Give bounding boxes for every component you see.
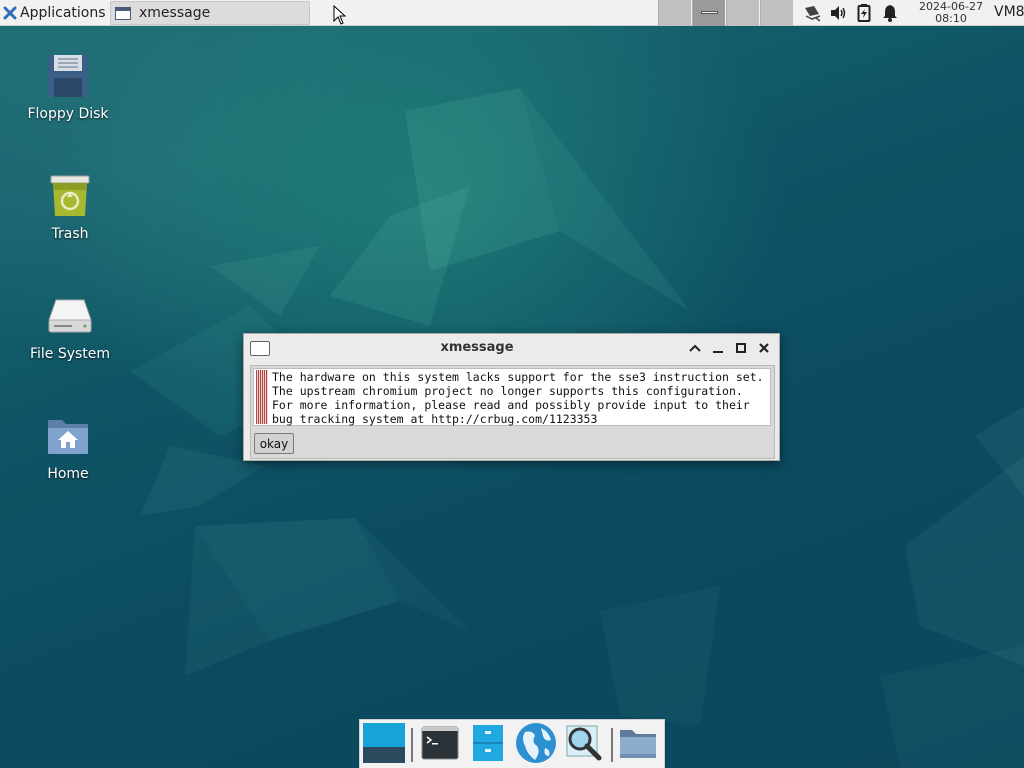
panel-clock[interactable]: 2024-06-27 08:10 — [912, 1, 990, 25]
maximize-button[interactable] — [732, 339, 750, 357]
show-desktop-icon — [363, 723, 405, 767]
file-manager-button[interactable] — [467, 724, 509, 766]
taskbar-button-xmessage[interactable]: xmessage — [110, 1, 310, 25]
trash-icon — [46, 172, 94, 220]
notification-bell-icon[interactable] — [880, 3, 900, 23]
message-line: bug tracking system at http://crbug.com/… — [272, 412, 598, 426]
message-text-area[interactable]: The hardware on this system lacks suppor… — [253, 368, 771, 426]
message-line: The hardware on this system lacks suppor… — [272, 370, 764, 384]
top-panel: Applications ⋮ xmessage — [0, 0, 1024, 26]
user-label[interactable]: VM8 — [994, 4, 1024, 20]
okay-button[interactable]: okay — [254, 433, 294, 454]
xfce-logo-icon — [3, 6, 17, 20]
taskbar-button-label: xmessage — [139, 5, 211, 21]
mouse-pointer-icon — [333, 4, 347, 29]
app-finder-button[interactable] — [563, 724, 605, 766]
workspace-3-button[interactable] — [726, 0, 759, 26]
message-text: The hardware on this system lacks suppor… — [272, 370, 772, 426]
dock-separator — [411, 728, 413, 762]
workspace-2-button[interactable] — [692, 0, 725, 26]
desktop-icon-label: File System — [29, 346, 111, 362]
applications-menu-button[interactable]: Applications ⋮ — [0, 0, 119, 26]
desktop-icon-file-system[interactable]: File System — [20, 292, 120, 362]
hard-drive-icon — [46, 292, 94, 340]
file-manager-icon — [473, 725, 503, 765]
web-browser-icon — [515, 722, 557, 768]
workspace-window-preview — [701, 11, 718, 14]
desktop-icon-label: Trash — [51, 226, 89, 242]
message-line: For more information, please read and po… — [272, 398, 750, 412]
desktop-icon-home[interactable]: Home — [18, 412, 118, 482]
terminal-button[interactable] — [419, 724, 461, 766]
minimize-button[interactable] — [709, 339, 727, 357]
volume-icon[interactable] — [828, 3, 848, 23]
window-title: xmessage — [440, 340, 514, 355]
dock-separator — [611, 728, 613, 762]
workspace-4-button[interactable] — [760, 0, 793, 26]
close-button[interactable] — [755, 339, 773, 357]
app-finder-icon — [565, 724, 603, 766]
workspace-1-button[interactable] — [658, 0, 691, 26]
applications-menu-label: Applications — [20, 5, 106, 21]
terminal-icon — [421, 726, 459, 764]
message-line: The upstream chromium project no longer … — [272, 384, 743, 398]
home-folder-icon — [44, 412, 92, 460]
battery-icon[interactable] — [854, 3, 874, 23]
xmessage-window: xmessage The hardware on this system lac… — [243, 333, 780, 461]
dialog-content: The hardware on this system lacks suppor… — [250, 365, 775, 459]
window-titlebar[interactable]: xmessage — [244, 334, 779, 362]
desktop-icon-trash[interactable]: Trash — [20, 172, 120, 242]
scrollbar[interactable] — [256, 370, 268, 424]
dock — [359, 719, 665, 768]
system-tray — [802, 0, 906, 26]
clock-time: 08:10 — [935, 12, 967, 25]
folder-icon — [618, 726, 658, 764]
desktop-icon-label: Home — [47, 466, 89, 482]
floppy-disk-icon — [44, 52, 92, 100]
window-icon — [115, 6, 131, 20]
desktop-icon-label: Floppy Disk — [27, 106, 109, 122]
web-browser-button[interactable] — [515, 722, 557, 768]
folder-button[interactable] — [617, 724, 659, 766]
show-desktop-button[interactable] — [363, 723, 405, 767]
desktop-icon-floppy-disk[interactable]: Floppy Disk — [18, 52, 118, 122]
network-icon[interactable] — [802, 3, 822, 23]
shade-window-button[interactable] — [686, 339, 704, 357]
